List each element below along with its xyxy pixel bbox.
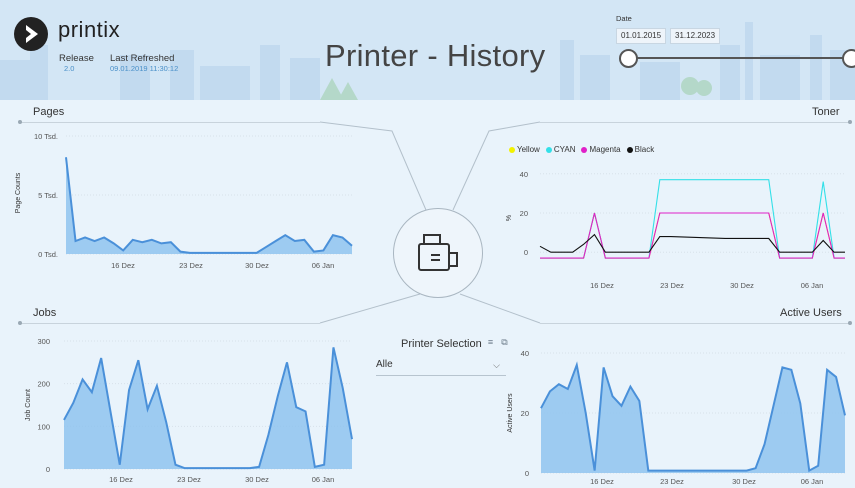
active_users-y-tick-label: 0 — [525, 469, 529, 478]
date-start-input[interactable]: 01.01.2015 — [616, 28, 667, 44]
toner-legend: Yellow CYAN Magenta Black — [509, 145, 654, 154]
legend-label-yellow: Yellow — [517, 145, 540, 154]
pages-line — [65, 157, 353, 254]
active_users-x-tick-label: 23 Dez — [660, 477, 684, 486]
last-refreshed-label: Last Refreshed — [110, 53, 175, 64]
legend-swatch-magenta — [581, 146, 588, 153]
jobs-section-title: Jobs — [33, 307, 57, 319]
legend-label-cyan: CYAN — [553, 145, 576, 154]
active-users-divider-dot — [848, 321, 852, 325]
legend-item-black: Black — [626, 145, 655, 154]
pages-y-axis-label: Page Counts — [15, 172, 22, 213]
page-title: Printer - History — [325, 38, 546, 73]
pages-y-tick-label: 0 Tsd. — [38, 250, 58, 259]
active_users-x-tick-label: 30 Dez — [732, 477, 756, 486]
jobs-x-tick-label: 30 Dez — [245, 475, 269, 484]
jobs-y-tick-label: 0 — [46, 465, 50, 474]
printer-icon — [418, 234, 458, 271]
toner-series-cyan — [540, 179, 845, 259]
active_users-x-tick-label: 16 Dez — [590, 477, 614, 486]
printer-selection-dropdown[interactable]: Alle ⌵ — [376, 359, 506, 376]
jobs-area — [64, 347, 352, 469]
active-users-divider — [540, 323, 850, 324]
legend-item-yellow: Yellow — [509, 145, 540, 154]
jobs-y-tick-label: 100 — [37, 422, 50, 431]
jobs-x-tick-label: 23 Dez — [177, 475, 201, 484]
jobs-divider — [20, 323, 320, 324]
brand-name: printix — [58, 17, 121, 42]
toner-section-title: Toner — [812, 106, 840, 118]
toner-x-tick-label: 06 Jan — [801, 281, 824, 290]
toner-chart: 0 20 40% 16 Dez 23 Dez 30 Dez 06 Jan — [506, 170, 845, 290]
release-label: Release — [59, 53, 94, 64]
toner-y-tick-label: 20 — [520, 209, 528, 218]
date-range-slider-track[interactable] — [627, 57, 853, 59]
jobs-chart: 0 100 200 300 Job Count 16 Dez 23 Dez 30 Dez 06 … — [25, 337, 353, 484]
pages-divider — [20, 122, 320, 123]
toner-y-axis-label: % — [506, 215, 513, 221]
jobs-y-tick-label: 300 — [37, 337, 50, 346]
printer-selection-value: Alle — [376, 359, 393, 370]
toner-x-tick-label: 16 Dez — [590, 281, 614, 290]
toner-divider — [540, 122, 850, 123]
active-users-chart: 0 20 40 Active Users 16 Dez 23 Dez 30 Dez 06 Ja… — [507, 349, 846, 486]
pages-y-tick-label: 5 Tsd. — [38, 191, 58, 200]
date-range-end-handle[interactable] — [842, 49, 855, 68]
jobs-y-tick-label: 200 — [37, 380, 50, 389]
pages-section-title: Pages — [33, 106, 65, 118]
legend-swatch-cyan — [545, 146, 552, 153]
chevron-down-icon: ⌵ — [493, 360, 500, 370]
active_users-x-tick-label: 06 Jan — [801, 477, 824, 486]
pages-y-tick-label: 10 Tsd. — [34, 132, 58, 141]
jobs-y-axis-label: Job Count — [25, 389, 32, 421]
jobs-x-tick-label: 06 Jan — [312, 475, 335, 484]
legend-item-magenta: Magenta — [581, 145, 621, 154]
date-end-input[interactable]: 31.12.2023 — [670, 28, 721, 44]
legend-swatch-yellow — [509, 146, 515, 153]
legend-swatch-black — [626, 146, 633, 153]
filter-icon[interactable]: ≡ — [485, 337, 496, 348]
legend-label-magenta: Magenta — [589, 145, 621, 154]
jobs-x-tick-label: 16 Dez — [109, 475, 133, 484]
header-banner: printix Release 2.0 Last Refreshed 09.01… — [0, 0, 855, 100]
last-refreshed-value: 09.01.2019 11:30:12 — [110, 64, 179, 73]
date-range-start-handle[interactable] — [619, 49, 638, 68]
pages-x-tick-label: 23 Dez — [179, 261, 203, 270]
toner-x-tick-label: 23 Dez — [660, 281, 684, 290]
toner-series-magenta — [540, 212, 845, 259]
jobs-divider-dot — [18, 321, 22, 325]
active_users-y-tick-label: 20 — [521, 409, 529, 418]
active_users-y-axis-label: Active Users — [507, 393, 514, 433]
printer-selection-title: Printer Selection — [401, 338, 482, 350]
release-value: 2.0 — [64, 64, 75, 73]
toner-x-tick-label: 30 Dez — [730, 281, 754, 290]
pages-x-tick-label: 06 Jan — [312, 261, 335, 270]
toner-y-tick-label: 40 — [520, 170, 528, 179]
pages-divider-dot — [18, 120, 22, 124]
focus-mode-icon[interactable]: ⧉ — [499, 337, 510, 348]
legend-label-black: Black — [634, 145, 655, 154]
toner-divider-dot — [848, 120, 852, 124]
legend-item-cyan: CYAN — [545, 145, 576, 154]
active-users-section-title: Active Users — [780, 307, 842, 319]
printer-hub — [393, 208, 483, 298]
pages-chart: 0 Tsd. 5 Tsd. 10 Tsd. Page Counts 16 Dez 23 D… — [15, 132, 353, 270]
pages-x-tick-label: 16 Dez — [111, 261, 135, 270]
active_users-y-tick-label: 40 — [521, 349, 529, 358]
pages-x-tick-label: 30 Dez — [245, 261, 269, 270]
date-label: Date — [616, 14, 632, 23]
toner-y-tick-label: 0 — [524, 248, 528, 257]
printix-logo-icon — [14, 17, 48, 51]
